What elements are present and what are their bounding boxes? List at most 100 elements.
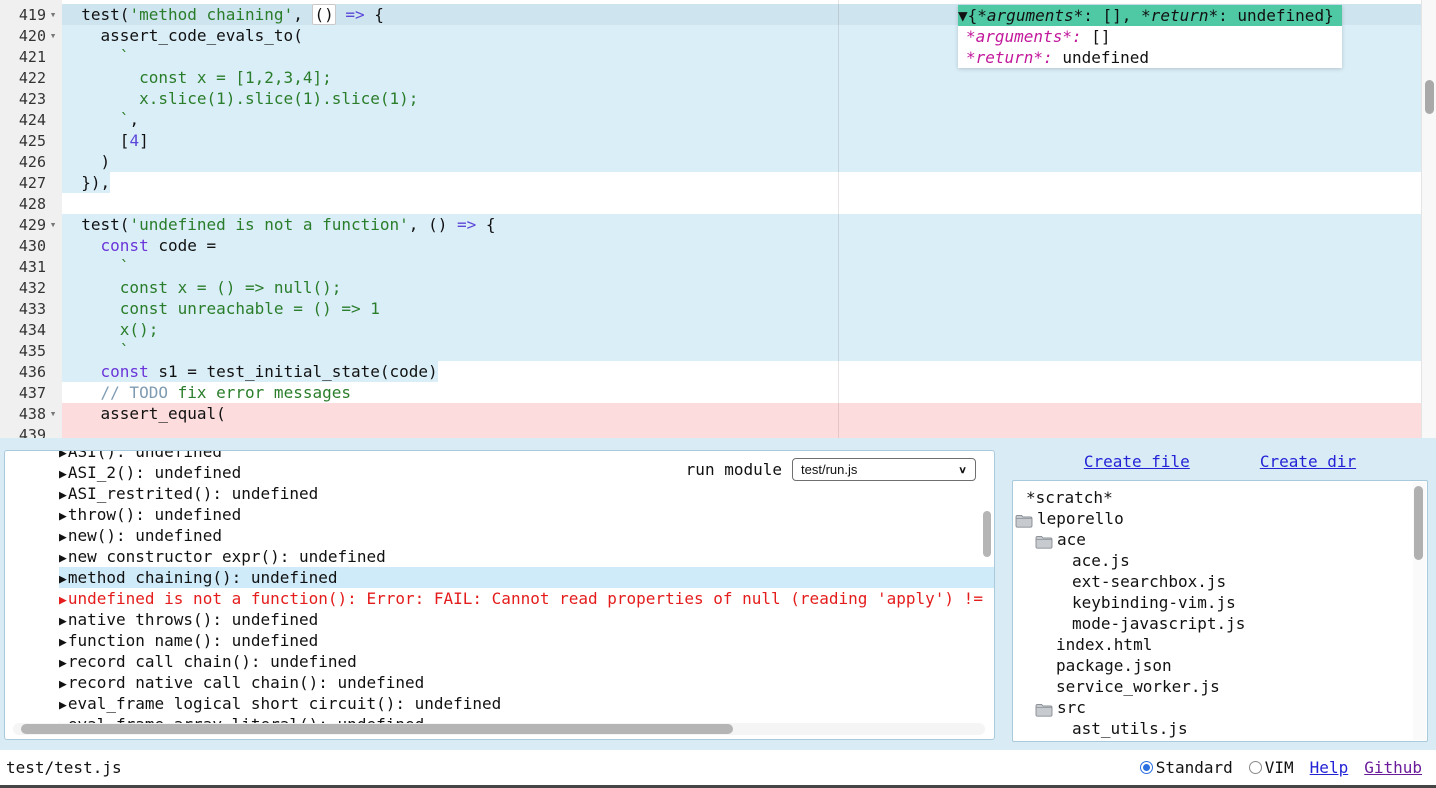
- github-link[interactable]: Github: [1364, 758, 1422, 777]
- tooltip-entry-row[interactable]: *return*: undefined: [958, 47, 1342, 68]
- tree-item-folder[interactable]: leporello: [1013, 508, 1427, 529]
- expand-arrow-icon[interactable]: ▶: [59, 635, 67, 650]
- code-line[interactable]: const unreachable = () => 1: [62, 298, 1421, 319]
- editor-scrollbar-track[interactable]: [1421, 0, 1436, 438]
- test-result-row[interactable]: ▶new(): undefined: [59, 525, 994, 546]
- expand-arrow-icon[interactable]: ▶: [59, 488, 67, 503]
- code-line[interactable]: const x = () => null();: [62, 277, 1421, 298]
- line-number: 419: [19, 6, 46, 24]
- code-line[interactable]: const x = [1,2,3,4];: [62, 67, 1421, 88]
- code-line[interactable]: test('undefined is not a function', () =…: [62, 214, 1421, 235]
- tooltip-header-row[interactable]: ▼{*arguments*: [], *return*: undefined}: [958, 5, 1342, 26]
- code-line[interactable]: `,: [62, 109, 1421, 130]
- code-line[interactable]: const s1 = test_initial_state(code): [62, 361, 1421, 382]
- code-editor[interactable]: 419▾420▾421422423424425426427428429▾4304…: [0, 0, 1436, 438]
- tree-item-file[interactable]: ext-searchbox.js: [1013, 571, 1427, 592]
- run-module-select[interactable]: test/run.js ∨: [792, 458, 976, 481]
- code-line[interactable]: [62, 193, 1421, 214]
- tree-item-file[interactable]: index.html: [1013, 634, 1427, 655]
- test-results-panel: ▶ASI(): undefined▶ASI_2(): undefined▶ASI…: [4, 450, 995, 740]
- tooltip-header-token: *return*: [1141, 6, 1218, 25]
- gutter-row: 424: [0, 109, 62, 130]
- code-line-text: `: [62, 46, 129, 67]
- create-dir-link[interactable]: Create dir: [1260, 452, 1356, 471]
- tree-item-file[interactable]: *scratch*: [1013, 487, 1427, 508]
- test-result-label: ASI_restrited(): undefined: [68, 484, 318, 503]
- expand-arrow-icon[interactable]: ▶: [59, 530, 67, 545]
- test-result-row[interactable]: ▶function name(): undefined: [59, 630, 994, 651]
- expand-arrow-icon[interactable]: ▶: [59, 698, 67, 713]
- help-link[interactable]: Help: [1310, 758, 1349, 777]
- test-result-row[interactable]: ▶eval_frame logical short circuit(): und…: [59, 693, 994, 714]
- expand-arrow-icon[interactable]: ▶: [59, 451, 67, 461]
- code-line[interactable]: [4]: [62, 130, 1421, 151]
- results-hscrollbar-thumb[interactable]: [21, 724, 733, 734]
- line-number: 438: [19, 405, 46, 423]
- gutter-row: 438▾: [0, 403, 62, 424]
- expand-arrow-icon[interactable]: ▶: [59, 467, 67, 482]
- results-scrollbar-thumb[interactable]: [983, 511, 991, 557]
- tree-item-file[interactable]: mode-javascript.js: [1013, 613, 1427, 634]
- tree-scrollbar-thumb[interactable]: [1414, 486, 1423, 560]
- test-result-row[interactable]: ▶method chaining(): undefined: [59, 567, 994, 588]
- tree-item-file[interactable]: service_worker.js: [1013, 676, 1427, 697]
- test-result-row[interactable]: ▶undefined is not a function(): Error: F…: [59, 588, 994, 609]
- code-line[interactable]: x();: [62, 319, 1421, 340]
- test-result-row[interactable]: ▶record call chain(): undefined: [59, 651, 994, 672]
- gutter-row: 422: [0, 67, 62, 88]
- tree-item-file[interactable]: ast_utils.js: [1013, 718, 1427, 739]
- tree-item-file[interactable]: package.json: [1013, 655, 1427, 676]
- tree-scrollbar-track[interactable]: [1413, 482, 1426, 740]
- editor-scrollbar-thumb[interactable]: [1425, 80, 1434, 114]
- code-line[interactable]: `: [62, 340, 1421, 361]
- line-number: 436: [19, 363, 46, 381]
- test-result-row[interactable]: ▶throw(): undefined: [59, 504, 994, 525]
- folder-icon: [1035, 533, 1053, 547]
- code-line[interactable]: }),: [62, 172, 1421, 193]
- test-result-row[interactable]: ▶new constructor expr(): undefined: [59, 546, 994, 567]
- expand-arrow-icon[interactable]: ▶: [59, 614, 67, 629]
- fold-caret-icon[interactable]: ▾: [46, 4, 60, 25]
- expand-arrow-icon[interactable]: ▶: [59, 551, 67, 566]
- code-token: [62, 383, 101, 402]
- tree-item-folder[interactable]: src: [1013, 697, 1427, 718]
- tree-item-file[interactable]: keybinding-vim.js: [1013, 592, 1427, 613]
- test-result-row[interactable]: ▶record native call chain(): undefined: [59, 672, 994, 693]
- keybinding-standard-option[interactable]: Standard: [1140, 758, 1233, 777]
- radio-vim-icon[interactable]: [1249, 761, 1262, 774]
- code-line[interactable]: const code =: [62, 235, 1421, 256]
- code-line[interactable]: [62, 424, 1421, 438]
- print-margin-line: [838, 0, 839, 438]
- radio-standard-icon[interactable]: [1140, 761, 1153, 774]
- test-result-row[interactable]: ▶ASI_restrited(): undefined: [59, 483, 994, 504]
- expand-arrow-icon[interactable]: ▶: [59, 593, 67, 608]
- results-hscrollbar-track[interactable]: [13, 723, 985, 735]
- code-line[interactable]: // TODO fix error messages: [62, 382, 1421, 403]
- fold-caret-icon[interactable]: ▾: [46, 403, 60, 424]
- create-file-link[interactable]: Create file: [1084, 452, 1190, 471]
- code-line[interactable]: `: [62, 256, 1421, 277]
- keybinding-vim-option[interactable]: VIM: [1249, 758, 1294, 777]
- code-token: =>: [457, 215, 476, 234]
- expand-arrow-icon[interactable]: ▶: [59, 656, 67, 671]
- active-call-marker[interactable]: (): [312, 4, 335, 25]
- code-line[interactable]: assert_equal(: [62, 403, 1421, 424]
- code-line-text: `: [62, 340, 129, 361]
- fold-caret-icon[interactable]: ▾: [46, 25, 60, 46]
- tooltip-entry-row[interactable]: *arguments*: []: [958, 26, 1342, 47]
- tree-item-folder[interactable]: ace: [1013, 529, 1427, 550]
- fold-caret-icon[interactable]: ▾: [46, 214, 60, 235]
- test-result-row[interactable]: ▶native throws(): undefined: [59, 609, 994, 630]
- code-line[interactable]: x.slice(1).slice(1).slice(1);: [62, 88, 1421, 109]
- expand-arrow-icon[interactable]: ▶: [59, 509, 67, 524]
- file-tree-panel: Create file Create dir *scratch*leporell…: [1012, 446, 1428, 742]
- code-token: test(: [62, 215, 129, 234]
- code-token: `: [62, 110, 129, 129]
- expand-arrow-icon[interactable]: ▶: [59, 677, 67, 692]
- code-line[interactable]: ): [62, 151, 1421, 172]
- collapse-arrow-icon[interactable]: ▼: [958, 6, 968, 25]
- expand-arrow-icon[interactable]: ▶: [59, 572, 67, 587]
- line-number: 420: [19, 27, 46, 45]
- tree-item-file[interactable]: ace.js: [1013, 550, 1427, 571]
- gutter-row: 435: [0, 340, 62, 361]
